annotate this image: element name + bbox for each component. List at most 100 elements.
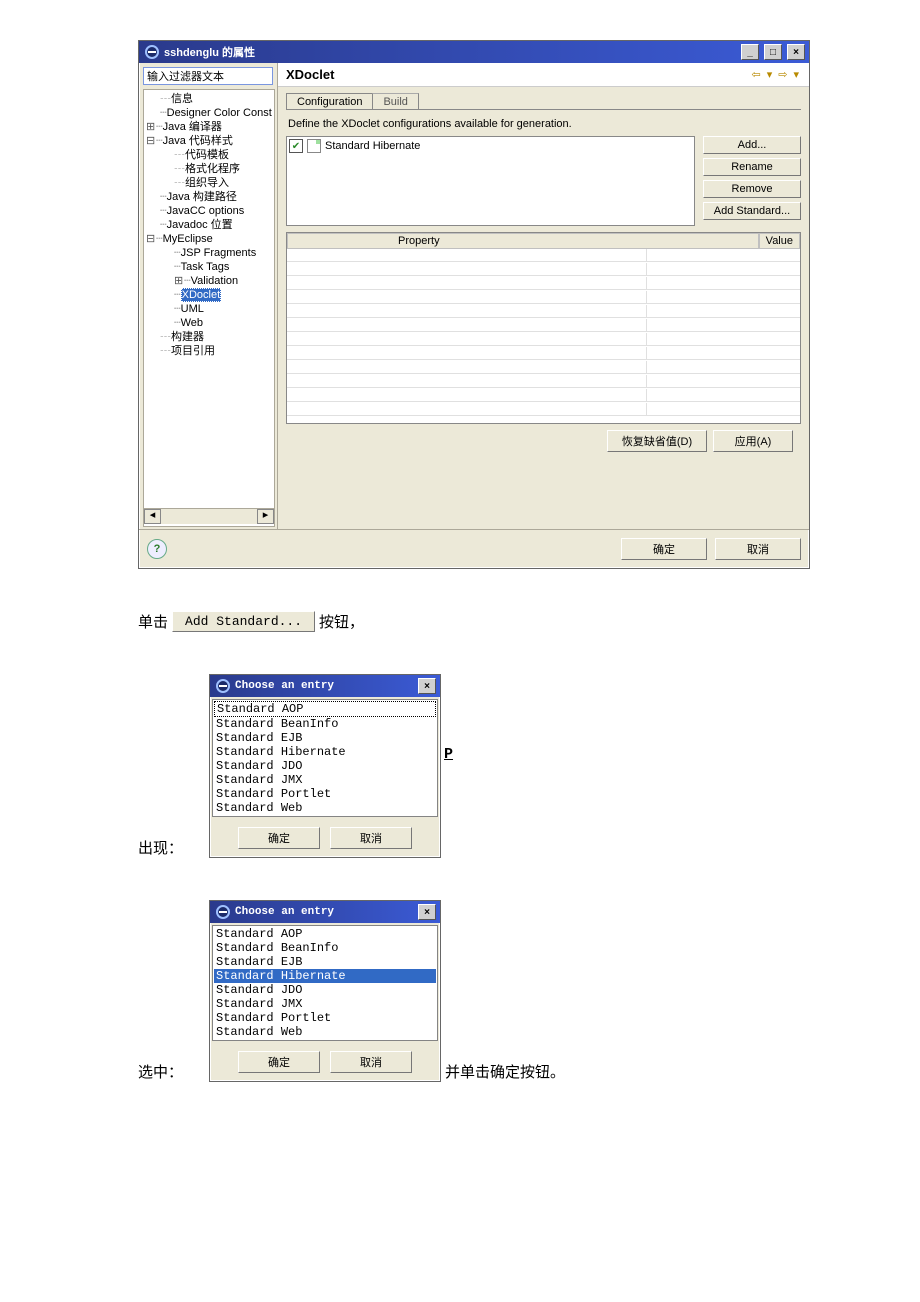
tree-item[interactable]: ⊟┄MyEclipse	[144, 232, 274, 246]
list-item-selected[interactable]: Standard Hibernate	[214, 969, 436, 983]
list-item[interactable]: Standard Portlet	[214, 787, 436, 801]
list-item[interactable]: Standard JDO	[214, 759, 436, 773]
list-item[interactable]: Standard BeanInfo	[214, 941, 436, 955]
tree-item[interactable]: ┄Task Tags	[144, 260, 274, 274]
instruction-line-3: 选中： Choose an entry × Standard AOP Stand…	[138, 900, 920, 1082]
tree-item[interactable]: ⊞┄Java 编译器	[144, 120, 274, 134]
nav-forward-dd-icon[interactable]: ▾	[791, 68, 801, 81]
dialog-footer: ? 确定 取消	[139, 529, 809, 568]
tree-item[interactable]: ┄代码模板	[144, 148, 274, 162]
table-body[interactable]	[287, 249, 800, 423]
tree-item[interactable]: ┄项目引用	[144, 344, 274, 358]
list-item[interactable]: Standard Web	[214, 801, 436, 815]
scroll-right-button[interactable]: ▸	[257, 509, 274, 524]
remove-button[interactable]: Remove	[703, 180, 801, 198]
eclipse-icon	[216, 679, 230, 693]
instruction-line-1: 单击 Add Standard... 按钮，	[138, 611, 920, 632]
config-area: Configuration Build Define the XDoclet c…	[278, 87, 809, 529]
checkbox-icon[interactable]: ✔	[289, 139, 303, 153]
tree-item[interactable]: ┄Javadoc 位置	[144, 218, 274, 232]
add-standard-button[interactable]: Add Standard...	[703, 202, 801, 220]
scroll-left-button[interactable]: ◂	[144, 509, 161, 524]
list-item[interactable]: Standard Hibernate	[214, 745, 436, 759]
ok-button[interactable]: 确定	[238, 1051, 320, 1073]
eclipse-icon	[145, 45, 159, 59]
tree-item[interactable]: ┄Web	[144, 316, 274, 330]
choose-dialog-2: Choose an entry × Standard AOP Standard …	[209, 900, 441, 1082]
tree-item[interactable]: ┄Java 构建路径	[144, 190, 274, 204]
entry-list[interactable]: Standard AOP Standard BeanInfo Standard …	[212, 699, 438, 817]
nav-back-icon[interactable]: ⇦	[750, 68, 763, 81]
tree-item[interactable]: ⊞┄Validation	[144, 274, 274, 288]
close-button[interactable]: ×	[787, 44, 805, 60]
add-standard-inline-button[interactable]: Add Standard...	[172, 611, 315, 632]
rename-button[interactable]: Rename	[703, 158, 801, 176]
apply-button[interactable]: 应用(A)	[713, 430, 793, 452]
cancel-button[interactable]: 取消	[715, 538, 801, 560]
ok-button[interactable]: 确定	[238, 827, 320, 849]
list-item[interactable]: ✔ Standard Hibernate	[289, 139, 692, 153]
tab-build[interactable]: Build	[372, 93, 418, 110]
list-item[interactable]: Standard BeanInfo	[214, 717, 436, 731]
list-item[interactable]: Standard AOP	[214, 701, 436, 717]
tree-item[interactable]: ┄信息	[144, 92, 274, 106]
close-button[interactable]: ×	[418, 904, 436, 920]
properties-dialog: sshdenglu 的属性 _ □ × ┄信息 ┄Designer Color …	[138, 40, 810, 569]
tree-item[interactable]: ┄构建器	[144, 330, 274, 344]
property-table: Property Value	[286, 232, 801, 424]
list-item[interactable]: Standard Portlet	[214, 1011, 436, 1025]
list-item-label: Standard Hibernate	[325, 140, 420, 152]
tree-item-xdoclet[interactable]: ┄XDoclet	[144, 288, 274, 302]
config-list[interactable]: ✔ Standard Hibernate	[286, 136, 695, 226]
window-title: sshdenglu 的属性	[164, 44, 736, 60]
tree-item[interactable]: ⊟┄Java 代码样式	[144, 134, 274, 148]
list-item[interactable]: Standard Web	[214, 1025, 436, 1039]
instruction-line-2: 出现： Choose an entry × Standard AOP Stand…	[138, 674, 920, 858]
cancel-button[interactable]: 取消	[330, 827, 412, 849]
help-icon[interactable]: ?	[147, 539, 167, 559]
list-item[interactable]: Standard EJB	[214, 731, 436, 745]
col-value[interactable]: Value	[759, 233, 800, 249]
page-header: XDoclet ⇦ ▾ ⇨ ▾	[278, 63, 809, 87]
tree-item[interactable]: ┄UML	[144, 302, 274, 316]
list-item[interactable]: Standard EJB	[214, 955, 436, 969]
minimize-button[interactable]: _	[741, 44, 759, 60]
titlebar[interactable]: sshdenglu 的属性 _ □ ×	[139, 41, 809, 63]
dialog-title: Choose an entry	[235, 906, 413, 918]
list-item[interactable]: Standard JMX	[214, 997, 436, 1011]
tree-item[interactable]: ┄Designer Color Const	[144, 106, 274, 120]
ok-button[interactable]: 确定	[621, 538, 707, 560]
page-title: XDoclet	[286, 67, 750, 82]
close-button[interactable]: ×	[418, 678, 436, 694]
tree-item[interactable]: ┄格式化程序	[144, 162, 274, 176]
eclipse-icon	[216, 905, 230, 919]
list-item[interactable]: Standard AOP	[214, 927, 436, 941]
entry-list[interactable]: Standard AOP Standard BeanInfo Standard …	[212, 925, 438, 1041]
config-description: Define the XDoclet configurations availa…	[288, 118, 801, 130]
restore-defaults-button[interactable]: 恢复缺省值(D)	[607, 430, 707, 452]
nav-tree[interactable]: ┄信息 ┄Designer Color Const ⊞┄Java 编译器 ⊟┄J…	[143, 89, 275, 527]
tree-item[interactable]: ┄组织导入	[144, 176, 274, 190]
page-nav: ⇦ ▾ ⇨ ▾	[750, 68, 802, 81]
filter-input[interactable]	[143, 67, 273, 85]
tree-item[interactable]: ┄JavaCC options	[144, 204, 274, 218]
right-pane: XDoclet ⇦ ▾ ⇨ ▾ Configuration Build Defi…	[278, 63, 809, 529]
maximize-button[interactable]: □	[764, 44, 782, 60]
choose-dialog-1: Choose an entry × Standard AOP Standard …	[209, 674, 441, 858]
list-item[interactable]: Standard JMX	[214, 773, 436, 787]
nav-back-dd-icon[interactable]: ▾	[765, 68, 775, 81]
tabbar: Configuration Build	[286, 93, 801, 110]
nav-forward-icon[interactable]: ⇨	[776, 68, 789, 81]
document-icon	[307, 139, 321, 153]
tree-hscroll[interactable]: ◂ ▸	[144, 508, 274, 524]
list-item[interactable]: Standard JDO	[214, 983, 436, 997]
left-pane: ┄信息 ┄Designer Color Const ⊞┄Java 编译器 ⊟┄J…	[139, 63, 278, 529]
tree-item[interactable]: ┄JSP Fragments	[144, 246, 274, 260]
p-marker: P	[444, 746, 453, 763]
choose-dialog-wrapper: Choose an entry × Standard AOP Standard …	[209, 674, 441, 858]
col-property[interactable]: Property	[287, 233, 759, 249]
tab-configuration[interactable]: Configuration	[286, 93, 373, 110]
add-button[interactable]: Add...	[703, 136, 801, 154]
cancel-button[interactable]: 取消	[330, 1051, 412, 1073]
dialog-title: Choose an entry	[235, 680, 413, 692]
